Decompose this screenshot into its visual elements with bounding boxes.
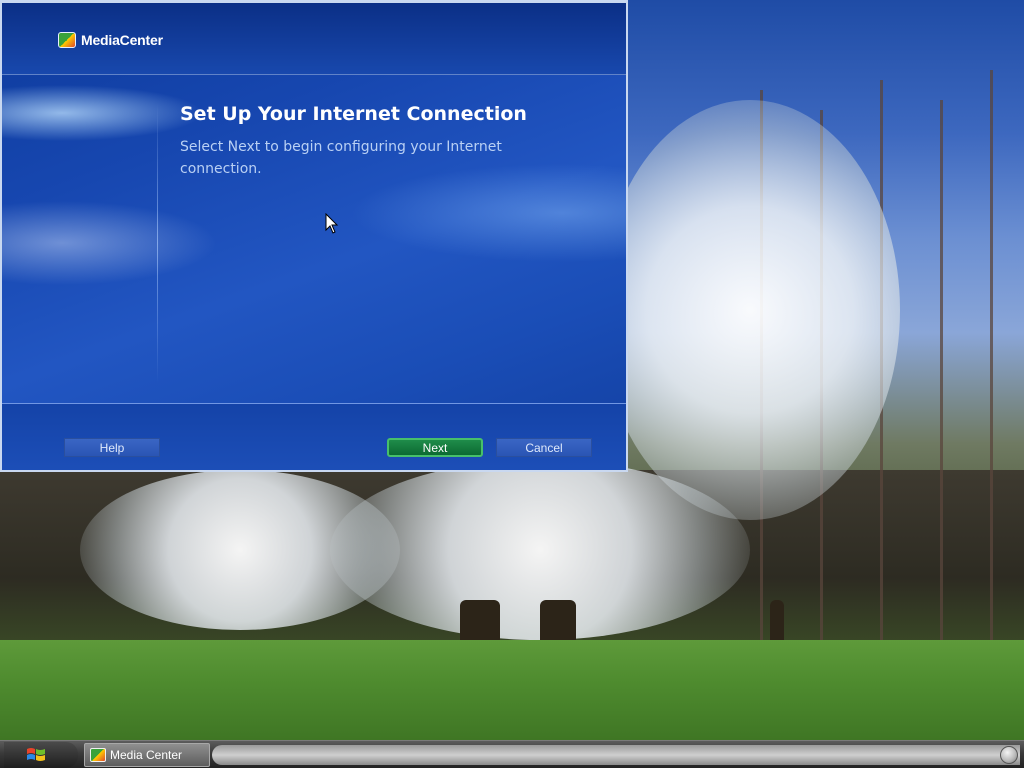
media-center-icon	[58, 32, 76, 48]
window-footer: Help Next Cancel	[2, 403, 626, 470]
taskbar-item-label: Media Center	[110, 748, 183, 762]
blossom-tree	[600, 100, 900, 520]
mouse-cursor-icon	[325, 213, 339, 234]
grass-field	[0, 640, 1024, 740]
bare-tree	[990, 70, 993, 660]
help-button[interactable]: Help	[64, 438, 160, 457]
start-button[interactable]	[4, 742, 78, 768]
taskbar-band	[212, 745, 1020, 765]
app-name: MediaCenter	[81, 32, 163, 48]
page-subtitle: Select Next to begin configuring your In…	[180, 139, 502, 177]
tray-button[interactable]	[1000, 746, 1018, 764]
window-header: MediaCenter	[2, 3, 626, 75]
media-center-logo: MediaCenter	[58, 32, 163, 48]
next-button[interactable]: Next	[387, 438, 483, 457]
bare-tree	[940, 100, 943, 660]
taskbar-item-media-center[interactable]: Media Center	[84, 743, 210, 767]
content-divider	[157, 103, 158, 383]
media-center-icon	[90, 748, 106, 762]
page-title: Set Up Your Internet Connection	[180, 103, 527, 125]
windows-flag-icon	[27, 748, 45, 761]
cancel-button[interactable]: Cancel	[496, 438, 592, 457]
media-center-window: MediaCenter Set Up Your Internet Connect…	[0, 0, 628, 472]
taskbar: Media Center	[0, 740, 1024, 768]
